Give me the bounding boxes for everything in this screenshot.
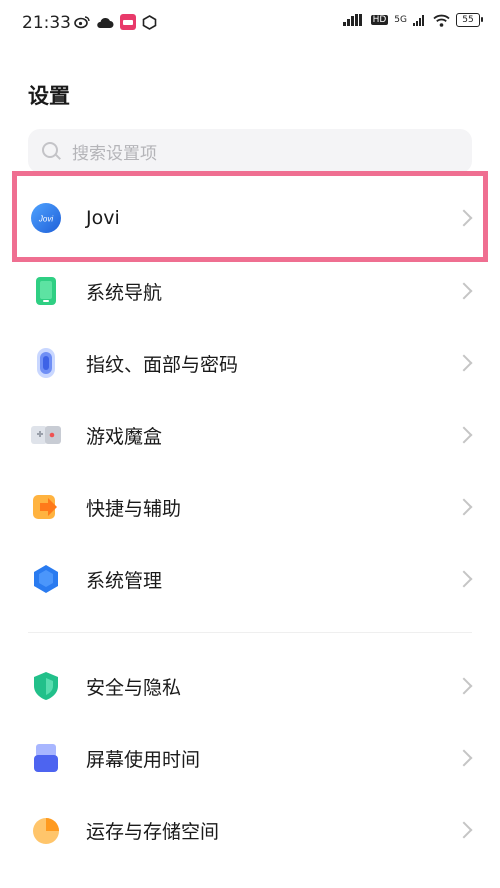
settings-item-label: 运存与存储空间	[86, 820, 220, 843]
section-divider	[28, 632, 472, 633]
settings-item-label: 屏幕使用时间	[86, 748, 201, 771]
storage-icon	[30, 814, 62, 846]
settings-item-label: 快捷与辅助	[86, 497, 182, 520]
settings-item-label: 系统管理	[86, 569, 163, 592]
chevron-right-icon	[455, 749, 473, 767]
settings-item-storage[interactable]: 运存与存储空间	[0, 794, 500, 866]
hd-badge: HD	[370, 15, 389, 25]
chevron-right-icon	[455, 354, 473, 372]
page-title: 设置	[28, 84, 70, 108]
screen-time-icon	[30, 742, 62, 774]
settings-item-shortcut-assist[interactable]: 快捷与辅助	[0, 471, 500, 543]
settings-item-game-box[interactable]: 游戏魔盒	[0, 399, 500, 471]
wifi-icon	[433, 14, 450, 27]
battery-icon: 55	[456, 13, 483, 27]
chevron-right-icon	[455, 570, 473, 588]
app-notification-icon	[120, 14, 136, 30]
status-time: 21:33	[22, 13, 71, 33]
cloud-icon	[97, 17, 114, 28]
settings-item-system-management[interactable]: 系统管理	[0, 543, 500, 615]
network-type: 5G	[394, 15, 407, 25]
shortcut-assist-icon	[30, 491, 62, 523]
settings-item-screen-time[interactable]: 屏幕使用时间	[0, 722, 500, 794]
settings-item-label: 系统导航	[86, 281, 163, 304]
settings-item-label: 游戏魔盒	[86, 425, 163, 448]
settings-item-label: 安全与隐私	[86, 676, 182, 699]
settings-item-security-privacy[interactable]: 安全与隐私	[0, 650, 500, 722]
status-bar: 21:33 HD 5G 55	[0, 0, 500, 48]
status-right: HD 5G 55	[342, 13, 483, 27]
chevron-right-icon	[455, 282, 473, 300]
chevron-right-icon	[455, 677, 473, 695]
fingerprint-icon	[30, 347, 62, 379]
search-icon	[42, 142, 60, 160]
system-navigation-icon	[30, 275, 62, 307]
game-box-icon	[30, 419, 62, 451]
system-management-icon	[30, 563, 62, 595]
chevron-right-icon	[455, 498, 473, 516]
chevron-right-icon	[455, 426, 473, 444]
weibo-icon	[74, 16, 90, 29]
cellular-bars-icon	[413, 15, 424, 26]
search-placeholder: 搜索设置项	[72, 143, 157, 164]
settings-item-fingerprint-face-password[interactable]: 指纹、面部与密码	[0, 327, 500, 399]
settings-item-system-navigation[interactable]: 系统导航	[0, 255, 500, 327]
security-privacy-icon	[30, 670, 62, 702]
settings-item-label: 指纹、面部与密码	[86, 353, 239, 376]
notification-icons	[74, 14, 157, 30]
signal-strength-icon	[342, 14, 362, 26]
search-input[interactable]: 搜索设置项	[28, 129, 472, 173]
highlight-box	[12, 171, 488, 262]
hexagon-icon	[142, 14, 157, 30]
chevron-right-icon	[455, 821, 473, 839]
